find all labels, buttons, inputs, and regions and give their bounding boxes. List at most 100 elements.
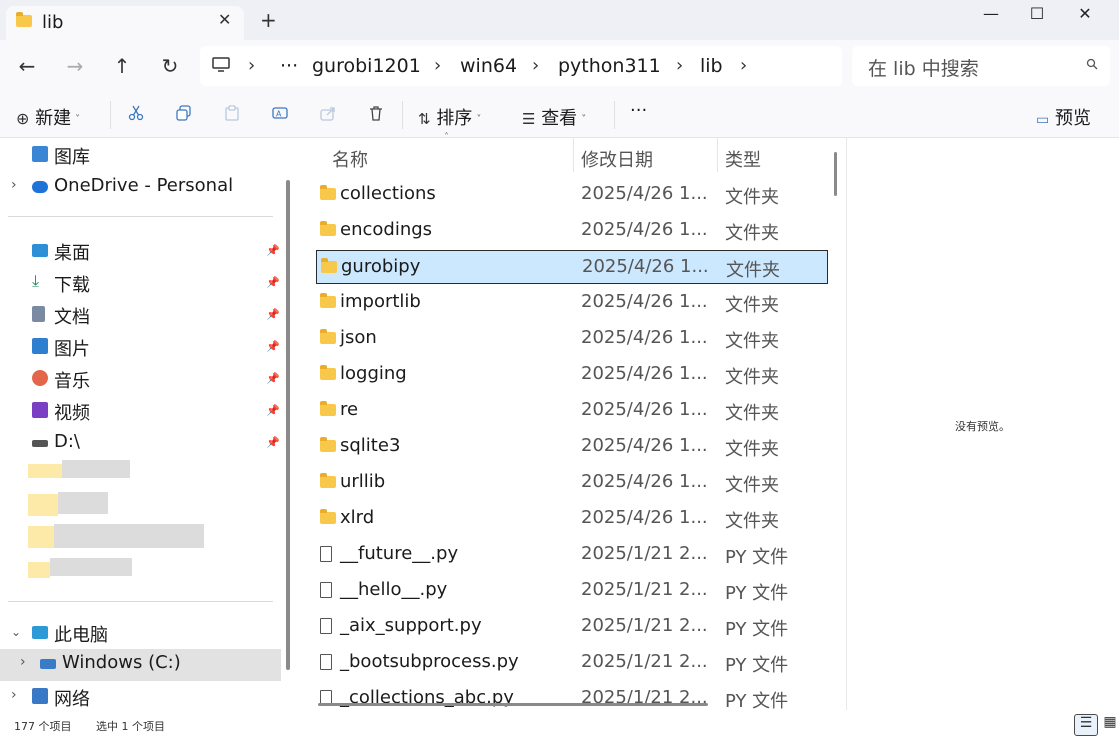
maximize-button[interactable]: ☐ (1014, 4, 1060, 23)
pin-icon[interactable]: 📌 (266, 436, 280, 449)
paste-icon[interactable] (224, 105, 240, 125)
file-row[interactable]: _bootsubprocess.py 2025/1/21 2... PY 文件 (316, 646, 828, 680)
sidebar-item-onedrive[interactable]: › OneDrive - Personal (0, 172, 288, 202)
file-row[interactable]: _collections_abc.py 2025/1/21 2... PY 文件 (316, 682, 828, 716)
share-icon[interactable] (320, 105, 336, 125)
sidebar-item-music[interactable]: 音乐 📌 (0, 364, 288, 394)
search-input[interactable]: 在 lib 中搜索 (868, 54, 979, 81)
delete-icon[interactable] (368, 105, 384, 125)
tiles-view-button[interactable]: ▦ (1098, 714, 1119, 736)
address-bar[interactable]: › ··· gurobi1201 › win64 › python311 › l… (200, 46, 842, 86)
file-list-horizontal-scrollbar[interactable] (318, 703, 708, 706)
sidebar-scrollbar[interactable] (286, 180, 290, 670)
chevron-right-icon[interactable]: › (11, 177, 17, 193)
breadcrumb-separator[interactable]: › (740, 55, 747, 76)
sidebar-item-network[interactable]: › 网络 (0, 682, 288, 712)
preview-button[interactable]: ▭ 预览 (1036, 104, 1091, 130)
pin-icon[interactable]: 📌 (266, 372, 280, 385)
copy-icon[interactable] (176, 105, 192, 125)
file-row[interactable]: collections 2025/4/26 1... 文件夹 (316, 178, 828, 212)
up-button[interactable]: ↑ (107, 54, 137, 78)
file-date: 2025/4/26 1... (581, 399, 708, 420)
file-type: 文件夹 (725, 367, 779, 388)
pin-icon[interactable]: 📌 (266, 244, 280, 257)
breadcrumb-python311[interactable]: python311 (558, 55, 661, 77)
sidebar-item-this-pc[interactable]: ⌄ 此电脑 (0, 618, 288, 648)
breadcrumb-lib[interactable]: lib (700, 55, 723, 77)
file-list-vertical-scrollbar[interactable] (834, 152, 837, 196)
more-button[interactable]: ··· (630, 100, 647, 121)
preview-pane: 没有预览。 (846, 138, 1119, 710)
file-row[interactable]: __future__.py 2025/1/21 2... PY 文件 (316, 538, 828, 572)
sidebar-item-windows-c[interactable]: › Windows (C:) (0, 649, 281, 681)
breadcrumb-separator[interactable]: › (434, 55, 441, 76)
breadcrumb-separator[interactable]: › (532, 55, 539, 76)
cut-icon[interactable] (128, 105, 144, 125)
sidebar-item-videos[interactable]: 视频 📌 (0, 396, 288, 426)
view-button[interactable]: ☰ 查看 ˅ (522, 104, 586, 130)
pin-icon[interactable]: 📌 (266, 276, 280, 289)
chevron-right-icon[interactable]: › (11, 687, 17, 703)
file-date: 2025/1/21 2... (581, 579, 708, 600)
item-count: 177 个项目 (14, 720, 72, 733)
minimize-button[interactable]: — (968, 4, 1014, 23)
breadcrumb-separator[interactable]: › (248, 55, 255, 76)
pin-icon[interactable]: 📌 (266, 340, 280, 353)
chevron-down-icon[interactable]: ⌄ (11, 625, 21, 639)
sidebar-item-documents[interactable]: 文档 📌 (0, 300, 288, 330)
file-row[interactable]: logging 2025/4/26 1... 文件夹 (316, 358, 828, 392)
back-button[interactable]: ← (12, 54, 42, 78)
file-row[interactable]: re 2025/4/26 1... 文件夹 (316, 394, 828, 428)
file-row[interactable]: importlib 2025/4/26 1... 文件夹 (316, 286, 828, 320)
sort-button[interactable]: ⇅ 排序 ˅ (418, 104, 481, 130)
refresh-button[interactable]: ↻ (155, 54, 185, 78)
file-type: 文件夹 (725, 439, 779, 460)
file-row[interactable]: gurobipy 2025/4/26 1... 文件夹 (316, 250, 828, 284)
chevron-down-icon: ˅ (75, 113, 81, 125)
file-type: 文件夹 (725, 331, 779, 352)
sidebar-item-label: 此电脑 (54, 625, 108, 646)
breadcrumb-ellipsis[interactable]: ··· (280, 55, 298, 77)
folder-icon (321, 258, 337, 273)
pin-icon[interactable]: 📌 (266, 404, 280, 417)
file-name: __hello__.py (340, 579, 448, 600)
file-row[interactable]: __hello__.py 2025/1/21 2... PY 文件 (316, 574, 828, 608)
file-name: sqlite3 (340, 435, 401, 456)
details-view-button[interactable]: ☰ (1074, 714, 1098, 736)
file-row[interactable]: encodings 2025/4/26 1... 文件夹 (316, 214, 828, 248)
tab-lib[interactable]: lib ✕ (6, 6, 244, 40)
sidebar-item-drive-d[interactable]: D:\ 📌 (0, 428, 288, 458)
column-header-name[interactable]: 名称 (332, 146, 368, 172)
forward-button[interactable]: → (60, 54, 90, 78)
column-header-type[interactable]: 类型 (725, 146, 761, 172)
sidebar-item-pictures[interactable]: 图片 📌 (0, 332, 288, 362)
close-window-button[interactable]: ✕ (1062, 4, 1108, 23)
sidebar-item-gallery[interactable]: 图库 (0, 140, 288, 170)
sidebar-item-downloads[interactable]: ⤓ 下载 📌 (0, 268, 288, 298)
column-divider[interactable] (573, 138, 574, 172)
file-name: __future__.py (340, 543, 459, 564)
breadcrumb-separator[interactable]: › (676, 55, 683, 76)
new-button[interactable]: ⊕ 新建 ˅ (16, 104, 80, 130)
new-tab-button[interactable]: + (260, 8, 277, 32)
rename-icon[interactable]: A (272, 105, 288, 125)
sidebar-item-desktop[interactable]: 桌面 📌 (0, 236, 288, 266)
file-row[interactable]: json 2025/4/26 1... 文件夹 (316, 322, 828, 356)
file-name: importlib (340, 291, 421, 312)
file-row[interactable]: xlrd 2025/4/26 1... 文件夹 (316, 502, 828, 536)
file-row[interactable]: urllib 2025/4/26 1... 文件夹 (316, 466, 828, 500)
column-divider[interactable] (717, 138, 718, 172)
computer-icon[interactable] (212, 56, 230, 78)
sidebar-item-label: Windows (C:) (62, 652, 181, 673)
file-name: gurobipy (341, 256, 421, 277)
breadcrumb-win64[interactable]: win64 (460, 55, 517, 77)
column-header-date[interactable]: 修改日期 (581, 146, 653, 172)
breadcrumb-gurobi1201[interactable]: gurobi1201 (312, 55, 421, 77)
file-row[interactable]: _aix_support.py 2025/1/21 2... PY 文件 (316, 610, 828, 644)
search-icon[interactable] (1086, 58, 1098, 74)
pin-icon[interactable]: 📌 (266, 308, 280, 321)
tab-close-icon[interactable]: ✕ (218, 10, 231, 29)
file-row[interactable]: sqlite3 2025/4/26 1... 文件夹 (316, 430, 828, 464)
chevron-right-icon[interactable]: › (20, 654, 26, 670)
search-box[interactable]: 在 lib 中搜索 (852, 46, 1110, 86)
